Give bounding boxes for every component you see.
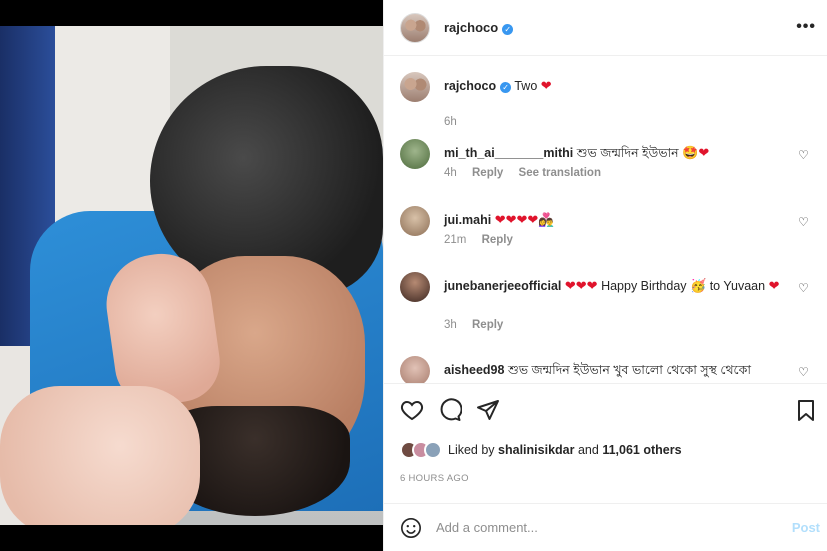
comment-text: aisheed98 শুভ জন্মদিন ইউভান খুব ভালো থেক… xyxy=(444,363,751,377)
caption-item: rajchoco ✓ Two ❤ 6h xyxy=(400,72,820,128)
see-translation-button[interactable]: See translation xyxy=(519,167,601,179)
like-comment-icon[interactable]: ♡ xyxy=(798,216,810,228)
like-heart-icon[interactable] xyxy=(400,398,424,422)
comment-meta: 21m Reply xyxy=(444,234,525,246)
caption-avatar[interactable] xyxy=(400,72,430,102)
comment-meta: 4h Reply See translation xyxy=(444,167,613,179)
comment-item: aisheed98 শুভ জন্মদিন ইউভান খুব ভালো থেক… xyxy=(400,356,820,383)
comment-avatar[interactable] xyxy=(400,272,430,302)
likes-summary: Liked by shalinisikdar and 11,061 others xyxy=(400,441,682,459)
comment-text: jui.mahi ❤❤❤❤👩‍❤️‍👨 xyxy=(444,213,555,228)
comment-time: 21m xyxy=(444,234,467,246)
post-timestamp[interactable]: 6 HOURS AGO xyxy=(400,473,469,484)
emoji-smiley-icon[interactable] xyxy=(400,517,422,539)
save-bookmark-icon[interactable] xyxy=(794,398,818,422)
author-avatar[interactable] xyxy=(400,12,430,43)
comments-list[interactable]: rajchoco ✓ Two ❤ 6h mi_th_ai_______mithi … xyxy=(384,57,827,383)
post-actions: Liked by shalinisikdar and 11,061 others… xyxy=(384,383,827,503)
liker-avatar xyxy=(424,441,442,459)
post-header: rajchoco ✓ ••• xyxy=(384,0,827,56)
post-photo[interactable] xyxy=(0,26,383,525)
comment-text: junebanerjeeofficial ❤❤❤ Happy Birthday … xyxy=(444,279,780,294)
comment-time: 3h xyxy=(444,319,457,331)
author-username[interactable]: rajchoco ✓ xyxy=(444,20,514,35)
comment-item: jui.mahi ❤❤❤❤👩‍❤️‍👨 21m Reply ♡ xyxy=(400,206,820,256)
add-comment-bar: Add a comment... Post xyxy=(384,503,827,551)
comment-input[interactable]: Add a comment... xyxy=(436,520,792,535)
heart-emoji: ❤ xyxy=(540,79,552,94)
reply-button[interactable]: Reply xyxy=(472,167,503,179)
reply-button[interactable]: Reply xyxy=(482,234,513,246)
post-button[interactable]: Post xyxy=(792,520,820,535)
comment-bubble-icon[interactable] xyxy=(438,398,462,422)
liker-avatars xyxy=(400,441,442,459)
letterbox-bottom xyxy=(0,525,383,551)
caption-time: 6h xyxy=(444,116,457,128)
comment-text: mi_th_ai_______mithi শুভ জন্মদিন ইউভান 🤩… xyxy=(444,146,710,161)
more-options-icon[interactable]: ••• xyxy=(796,18,816,36)
likes-count[interactable]: 11,061 others xyxy=(602,443,681,457)
action-buttons xyxy=(400,398,500,422)
comment-avatar[interactable] xyxy=(400,139,430,169)
like-comment-icon[interactable]: ♡ xyxy=(798,366,810,378)
comment-item: junebanerjeeofficial ❤❤❤ Happy Birthday … xyxy=(400,272,820,336)
comment-time: 4h xyxy=(444,167,457,179)
comment-username[interactable]: jui.mahi xyxy=(444,213,491,227)
comment-username[interactable]: mi_th_ai_______mithi xyxy=(444,146,573,160)
letterbox-top xyxy=(0,0,383,26)
reply-button[interactable]: Reply xyxy=(472,319,503,331)
post-media xyxy=(0,0,383,551)
comment-item: mi_th_ai_______mithi শুভ জন্মদিন ইউভান 🤩… xyxy=(400,139,820,189)
caption-text: rajchoco ✓ Two ❤ xyxy=(444,79,552,94)
comment-avatar[interactable] xyxy=(400,356,430,383)
like-comment-icon[interactable]: ♡ xyxy=(798,149,810,161)
verified-icon: ✓ xyxy=(502,24,514,35)
comment-meta: 3h Reply xyxy=(444,319,515,331)
comment-username[interactable]: junebanerjeeofficial xyxy=(444,279,561,293)
liker-username[interactable]: shalinisikdar xyxy=(498,443,574,457)
verified-icon: ✓ xyxy=(500,82,512,93)
like-comment-icon[interactable]: ♡ xyxy=(798,282,810,294)
photo-baby-leg xyxy=(0,386,200,525)
caption-meta: 6h xyxy=(444,116,469,128)
comment-avatar[interactable] xyxy=(400,206,430,236)
post-side-panel: rajchoco ✓ ••• rajchoco ✓ Two ❤ 6h mi_th_a… xyxy=(383,0,827,551)
comment-username[interactable]: aisheed98 xyxy=(444,363,504,377)
caption-username[interactable]: rajchoco xyxy=(444,79,496,93)
share-send-icon[interactable] xyxy=(476,398,500,422)
